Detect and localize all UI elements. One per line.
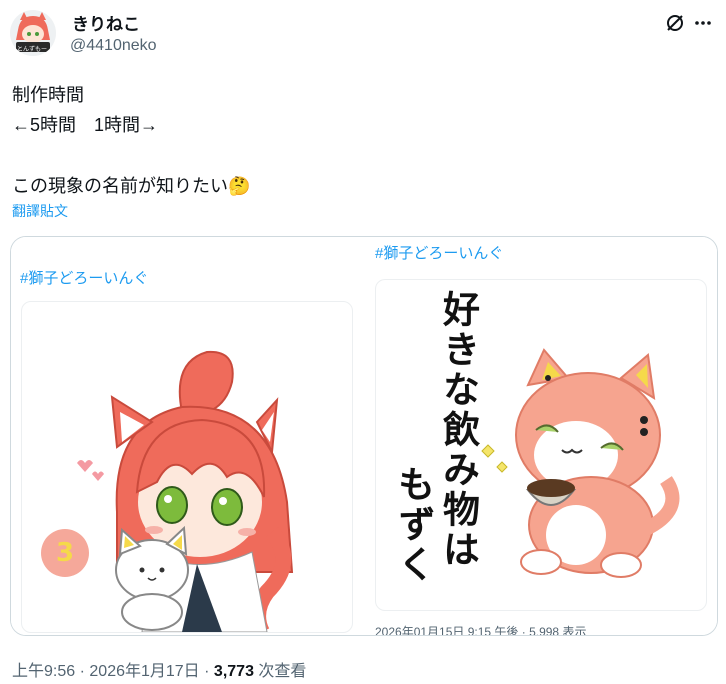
author-avatar[interactable]: とんずもー: [10, 10, 56, 56]
right-image-hashtag: #獅子どろーいんぐ: [375, 245, 504, 262]
number-badge: 3: [41, 529, 89, 577]
tweet-text-line-4: この現象の名前が知りたい🤔: [12, 172, 250, 198]
separator-dot: ·: [79, 663, 85, 680]
avatar-badge-text: とんずもー: [17, 46, 48, 53]
right-image-inner-meta: 2026年01月15日 9:15 午後 · 5,998 表示: [375, 625, 587, 635]
tweet-text-line-2: ←5時間 1時間→: [12, 115, 159, 135]
tweet-time[interactable]: 上午9:56: [12, 663, 75, 680]
tweet-date[interactable]: 2026年1月17日: [89, 663, 199, 680]
separator-dot-2: ·: [204, 663, 210, 680]
media-image-left[interactable]: #獅子どろーいんぐ 3: [11, 237, 363, 635]
view-label: 次查看: [258, 663, 307, 680]
left-image-hashtag: #獅子どろーいんぐ: [20, 270, 149, 287]
right-image-vertical-text-col1: 好きな飲み物は: [436, 290, 480, 570]
more-icon[interactable]: [690, 10, 716, 36]
right-image-card: 好きな飲み物は もずく: [375, 279, 707, 611]
tweet-text-question: この現象の名前が知りたい: [12, 176, 228, 196]
thinking-face-emoji: 🤔: [228, 176, 251, 196]
media-image-right[interactable]: #獅子どろーいんぐ 好きな飲み物は もずく 2026年01月15日 9:15 午…: [365, 237, 717, 635]
grok-icon[interactable]: [662, 10, 688, 36]
author-display-name[interactable]: きりねこ: [72, 10, 140, 35]
number-badge-text: 3: [55, 538, 75, 568]
media-grid[interactable]: #獅子どろーいんぐ 3 #獅子どろーいんぐ 好きな飲み物は もずく 2026年0…: [10, 236, 718, 636]
tweet-meta: 上午9:56 · 2026年1月17日 · 3,773 次查看: [12, 657, 306, 681]
view-count: 3,773: [213, 663, 254, 680]
left-image-card: [21, 301, 353, 633]
tweet-text-line-1: 制作時間: [12, 85, 84, 105]
lion-girl-illustration: [77, 350, 294, 632]
translate-post-link[interactable]: 翻譯貼文: [12, 201, 68, 221]
right-image-vertical-text-col2: もずく: [391, 465, 435, 585]
author-handle[interactable]: @4410neko: [70, 37, 157, 55]
